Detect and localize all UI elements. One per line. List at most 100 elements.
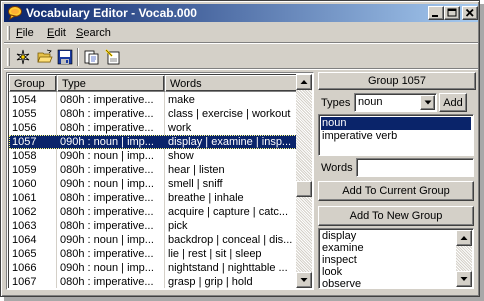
menu-search[interactable]: Search bbox=[76, 27, 111, 39]
add-to-current-group-button[interactable]: Add To Current Group bbox=[318, 181, 474, 201]
cell-words: class | exercise | workout bbox=[168, 108, 291, 120]
column-header-type[interactable]: Type bbox=[57, 75, 165, 92]
cell-type: 080h : imperative... bbox=[60, 164, 154, 176]
cell-group: 1059 bbox=[12, 164, 37, 176]
table-row[interactable]: 1061 080h : imperative... breathe | inhale bbox=[9, 191, 296, 205]
menu-edit[interactable]: Edit bbox=[47, 27, 66, 39]
close-button[interactable] bbox=[462, 6, 478, 20]
cell-words: smell | sniff bbox=[168, 178, 223, 190]
menu-search-label: earch bbox=[83, 27, 111, 39]
table-row[interactable]: 1059 080h : imperative... hear | listen bbox=[9, 163, 296, 177]
open-button[interactable] bbox=[35, 48, 55, 66]
words-scroll-down-button[interactable] bbox=[456, 271, 472, 287]
column-header-group[interactable]: Group bbox=[9, 75, 57, 92]
maximize-button[interactable] bbox=[444, 6, 460, 20]
cell-group: 1062 bbox=[12, 206, 37, 218]
column-header-words[interactable]: Words bbox=[165, 75, 296, 92]
arrow-up-icon bbox=[460, 236, 468, 240]
cell-type: 080h : imperative... bbox=[60, 108, 154, 120]
minimize-button[interactable] bbox=[428, 6, 444, 20]
table-row[interactable]: 1058 090h : noun | imp... show bbox=[9, 149, 296, 163]
types-combobox-value: noun bbox=[358, 96, 383, 108]
arrow-down-icon bbox=[300, 278, 308, 282]
cell-type: 090h : noun | imp... bbox=[60, 136, 154, 148]
cell-group: 1057 bbox=[12, 136, 37, 148]
cell-type: 080h : imperative... bbox=[60, 276, 154, 288]
table-row[interactable]: 1062 080h : imperative... acquire | captur… bbox=[9, 205, 296, 219]
types-dropdown-button[interactable] bbox=[420, 95, 435, 110]
cell-type: 080h : imperative... bbox=[60, 192, 154, 204]
scroll-up-button[interactable] bbox=[296, 74, 312, 90]
cell-words: work bbox=[168, 122, 192, 134]
list-header: Group Type Words bbox=[9, 75, 296, 92]
group-list[interactable]: Group Type Words 1054 080h : imperative..… bbox=[6, 72, 314, 290]
cell-group: 1055 bbox=[12, 108, 37, 120]
table-row[interactable]: 1064 090h : noun | imp... backdrop | conce… bbox=[9, 233, 296, 247]
minimize-icon bbox=[432, 15, 438, 17]
table-row[interactable]: 1066 090h : noun | imp... nightstand | nig… bbox=[9, 261, 296, 275]
table-row[interactable]: 1065 080h : imperative... lie | rest | sit… bbox=[9, 247, 296, 261]
menu-file-label: ile bbox=[22, 27, 34, 39]
table-row[interactable]: 1055 080h : imperative... class | exercise… bbox=[9, 107, 296, 121]
menu-file[interactable]: File bbox=[16, 27, 34, 39]
save-icon bbox=[57, 49, 73, 65]
list-item[interactable]: observe bbox=[321, 278, 455, 288]
toolbar-separator bbox=[77, 48, 79, 66]
table-row[interactable]: 1056 080h : imperative... work bbox=[9, 121, 296, 135]
words-list[interactable]: display examine inspect look observe bbox=[318, 228, 474, 289]
export-button[interactable] bbox=[82, 48, 102, 66]
cell-type: 080h : imperative... bbox=[60, 220, 154, 232]
words-list-scrollbar[interactable] bbox=[456, 230, 472, 287]
window-shadow-bottom bbox=[4, 297, 484, 301]
types-label: Types bbox=[321, 97, 351, 109]
main-window: Vocabulary Editor - Vocab.000 File Edit … bbox=[0, 0, 480, 297]
cell-words: nightstand | nighttable ... bbox=[168, 262, 288, 274]
words-scroll-up-button[interactable] bbox=[456, 230, 472, 246]
new-button[interactable] bbox=[13, 48, 33, 66]
cell-words: pick bbox=[168, 220, 188, 232]
toolbar-grip[interactable] bbox=[7, 48, 10, 66]
table-row[interactable]: 1067 080h : imperative... grasp | grip | h… bbox=[9, 275, 296, 288]
menu-grip[interactable] bbox=[7, 26, 10, 40]
cell-group: 1061 bbox=[12, 192, 37, 204]
table-row[interactable]: 1060 090h : noun | imp... smell | sniff bbox=[9, 177, 296, 191]
speech-bubble-icon[interactable] bbox=[7, 5, 23, 21]
pane-splitter[interactable] bbox=[314, 72, 317, 290]
toolbar-separator-line bbox=[4, 68, 478, 70]
cell-type: 090h : noun | imp... bbox=[60, 178, 154, 190]
types-list[interactable]: noun imperative verb bbox=[318, 114, 474, 156]
add-type-button[interactable]: Add bbox=[439, 93, 467, 112]
table-row[interactable]: 1063 080h : imperative... pick bbox=[9, 219, 296, 233]
types-combobox[interactable]: noun bbox=[354, 93, 437, 112]
words-label: Words bbox=[321, 162, 353, 174]
cell-type: 080h : imperative... bbox=[60, 248, 154, 260]
title-bar[interactable]: Vocabulary Editor - Vocab.000 bbox=[4, 4, 478, 22]
cell-words: hear | listen bbox=[168, 164, 225, 176]
cell-group: 1056 bbox=[12, 122, 37, 134]
cell-words: lie | rest | sit | sleep bbox=[168, 248, 262, 260]
cell-group: 1064 bbox=[12, 234, 37, 246]
cell-words: make bbox=[168, 94, 195, 106]
cell-type: 090h : noun | imp... bbox=[60, 262, 154, 274]
group-title: Group 1057 bbox=[318, 72, 476, 90]
add-to-new-group-button[interactable]: Add To New Group bbox=[318, 206, 474, 226]
table-row[interactable]: 1054 080h : imperative... make bbox=[9, 93, 296, 107]
save-button[interactable] bbox=[55, 48, 75, 66]
export-icon bbox=[84, 50, 99, 65]
window-title: Vocabulary Editor - Vocab.000 bbox=[26, 6, 197, 20]
list-item[interactable]: imperative verb bbox=[321, 130, 471, 143]
menu-edit-label: dit bbox=[54, 27, 66, 39]
cell-words: backdrop | conceal | dis... bbox=[168, 234, 293, 246]
list-item[interactable]: noun bbox=[321, 117, 471, 130]
words-input[interactable] bbox=[356, 158, 474, 177]
scroll-thumb[interactable] bbox=[296, 181, 312, 197]
properties-button[interactable] bbox=[103, 48, 123, 66]
table-row[interactable]: 1057 090h : noun | imp... display | examin… bbox=[9, 135, 296, 149]
cell-words: breathe | inhale bbox=[168, 192, 244, 204]
menu-file-accel: F bbox=[16, 27, 23, 39]
cell-type: 090h : noun | imp... bbox=[60, 150, 154, 162]
cell-group: 1063 bbox=[12, 220, 37, 232]
arrow-up-icon bbox=[300, 80, 308, 84]
list-scrollbar[interactable] bbox=[296, 74, 312, 288]
scroll-down-button[interactable] bbox=[296, 272, 312, 288]
